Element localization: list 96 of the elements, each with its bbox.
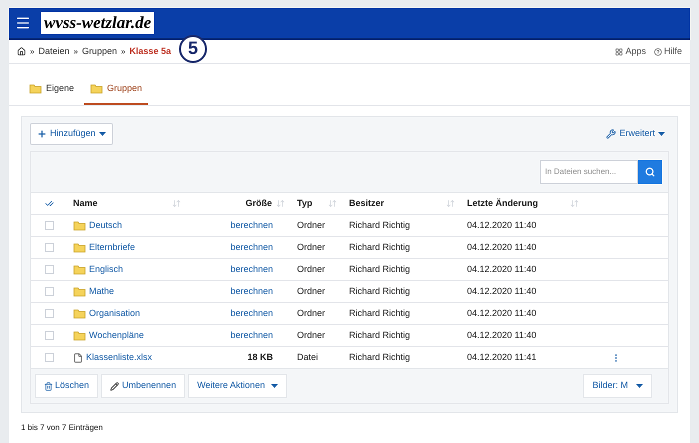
folder-icon: [73, 308, 86, 319]
owner-text: Richard Richtig: [349, 306, 410, 320]
apps-link[interactable]: Apps: [615, 44, 646, 58]
search-field[interactable]: In Dateien suchen...: [540, 160, 638, 184]
file-name-link[interactable]: Organisation: [89, 306, 140, 320]
type-text: Ordner: [297, 306, 326, 320]
folder-icon: [73, 242, 86, 253]
owner-text: Richard Richtig: [349, 350, 410, 364]
plus-icon: [37, 129, 47, 139]
home-icon[interactable]: [17, 47, 26, 56]
owner-text: Richard Richtig: [349, 284, 410, 298]
type-text: Ordner: [297, 240, 326, 254]
help-link[interactable]: Hilfe: [654, 44, 682, 58]
entries-count-text: 1 bis 7 von 7 Einträgen: [21, 423, 103, 432]
column-header[interactable]: Besitzer: [349, 196, 384, 210]
row-checkbox[interactable]: [44, 353, 54, 362]
modified-date-text: 04.12.2020 11:40: [467, 218, 536, 232]
calculate-size-link[interactable]: berechnen: [230, 240, 273, 254]
file-icon: [73, 352, 83, 362]
image-size-select[interactable]: Bilder: M: [583, 374, 652, 398]
row-checkbox[interactable]: [44, 243, 54, 252]
breadcrumb-separator: »: [30, 46, 34, 58]
caret-icon: [98, 132, 106, 136]
folder-icon: [29, 82, 42, 94]
type-text: Ordner: [297, 328, 326, 342]
pencil-icon: [110, 382, 120, 390]
caret-icon: [636, 384, 643, 388]
modified-date-text: 04.12.2020 11:40: [467, 240, 536, 254]
file-name-link[interactable]: Englisch: [89, 262, 124, 276]
file-size: 18 KB: [247, 350, 273, 364]
modified-date-text: 04.12.2020 11:41: [467, 350, 536, 364]
search-icon: [645, 167, 655, 177]
calculate-size-link[interactable]: berechnen: [230, 284, 273, 298]
modified-date-text: 04.12.2020 11:40: [467, 262, 536, 276]
type-text: Ordner: [297, 284, 326, 298]
modified-date-text: 04.12.2020 11:40: [467, 284, 536, 298]
owner-text: Richard Richtig: [349, 262, 410, 276]
row-checkbox[interactable]: [44, 309, 54, 318]
type-text: Ordner: [297, 218, 326, 232]
folder-icon: [73, 264, 86, 275]
breadcrumb-link[interactable]: Gruppen: [82, 44, 117, 58]
breadcrumb-link[interactable]: Dateien: [38, 44, 70, 58]
row-checkbox[interactable]: [44, 265, 54, 274]
select-all-icon[interactable]: [44, 199, 54, 208]
folder-icon: [90, 82, 104, 94]
file-name-link[interactable]: Klassenliste.xlsx: [86, 350, 152, 364]
sort-icon: [172, 199, 181, 208]
delete-button[interactable]: Löschen: [35, 374, 98, 398]
owner-text: Richard Richtig: [349, 328, 410, 342]
row-checkbox[interactable]: [44, 331, 54, 340]
more-actions-button[interactable]: Weitere Aktionen: [188, 374, 287, 398]
folder-tab[interactable]: Gruppen: [84, 78, 148, 105]
calculate-size-link[interactable]: berechnen: [230, 306, 273, 320]
menu-icon[interactable]: [15, 15, 31, 31]
wrench-icon: [606, 129, 616, 139]
type-text: Datei: [297, 350, 318, 364]
file-name-link[interactable]: Deutsch: [89, 218, 122, 232]
owner-text: Richard Richtig: [349, 240, 410, 254]
apps-icon: [615, 48, 624, 56]
column-header[interactable]: Letzte Änderung: [467, 196, 538, 210]
column-header[interactable]: Name: [73, 196, 98, 210]
type-text: Ordner: [297, 262, 326, 276]
row-checkbox[interactable]: [44, 221, 54, 230]
help-icon: [654, 48, 662, 56]
modified-date-text: 04.12.2020 11:40: [467, 306, 536, 320]
modified-date-text: 04.12.2020 11:40: [467, 328, 536, 342]
folder-icon: [73, 286, 86, 297]
owner-text: Richard Richtig: [349, 218, 410, 232]
sort-icon: [446, 199, 455, 208]
file-name-link[interactable]: Wochenpläne: [89, 328, 144, 342]
column-header[interactable]: Typ: [297, 196, 312, 210]
step-marker: 5: [178, 34, 207, 62]
folder-icon: [73, 330, 86, 341]
breadcrumb-separator: »: [120, 46, 126, 58]
breadcrumb-link[interactable]: Klasse 5a: [129, 44, 171, 58]
sort-icon: [276, 199, 285, 208]
sort-icon: [328, 199, 337, 208]
site-logo[interactable]: wvss-wetzlar.de: [41, 12, 154, 34]
sort-icon: [570, 199, 579, 208]
add-button[interactable]: Hinzufügen: [30, 123, 113, 145]
caret-icon: [270, 384, 278, 388]
search-button[interactable]: [638, 160, 662, 184]
trash-icon: [44, 382, 53, 390]
advanced-button[interactable]: Erweitert: [606, 127, 669, 141]
calculate-size-link[interactable]: berechnen: [230, 328, 273, 342]
column-header[interactable]: Größe: [245, 196, 272, 210]
calculate-size-link[interactable]: berechnen: [230, 262, 273, 276]
file-name-link[interactable]: Mathe: [89, 284, 114, 298]
calculate-size-link[interactable]: berechnen: [230, 218, 273, 232]
file-name-link[interactable]: Elternbriefe: [89, 240, 136, 254]
rename-button[interactable]: Umbenennen: [101, 374, 186, 398]
folder-icon: [73, 220, 86, 231]
folder-tab[interactable]: Eigene: [23, 78, 80, 105]
caret-icon: [658, 132, 665, 136]
row-checkbox[interactable]: [44, 287, 54, 296]
breadcrumb-separator: »: [73, 46, 78, 58]
